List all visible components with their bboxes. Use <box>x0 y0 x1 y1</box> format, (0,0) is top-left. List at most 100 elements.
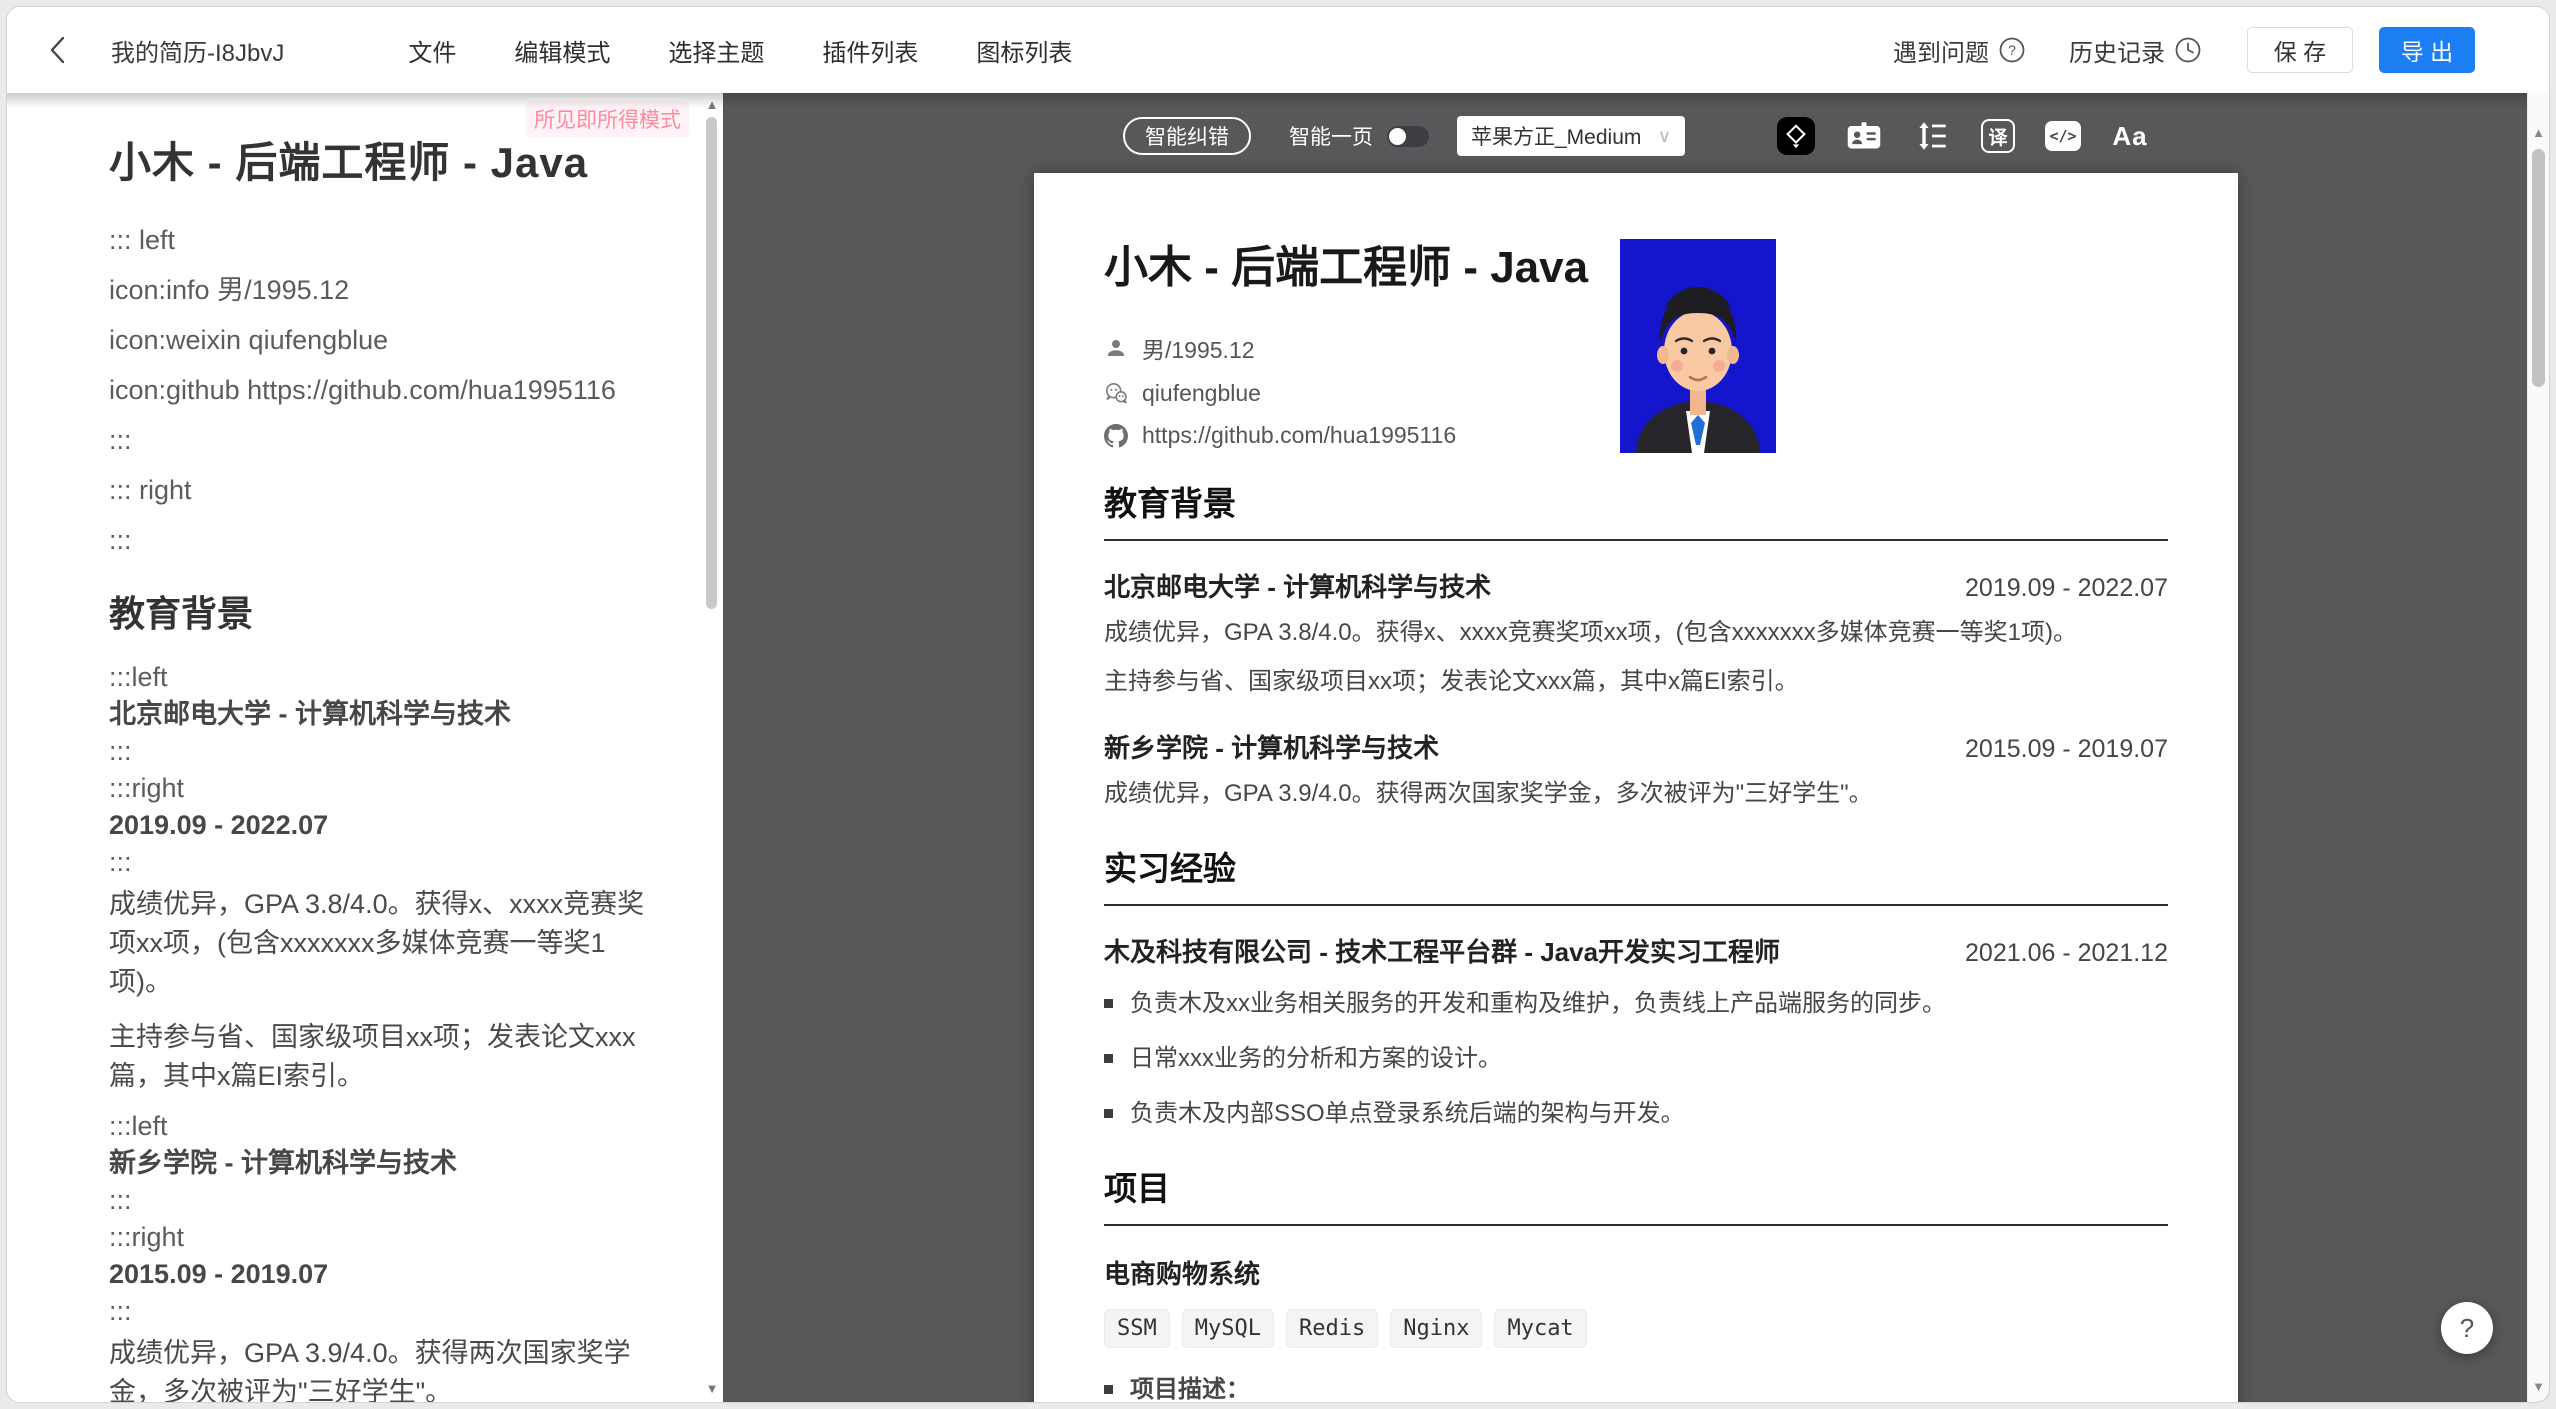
editor-line[interactable]: icon:weixin qiufengblue <box>109 326 665 355</box>
editor-line[interactable]: ::: <box>109 526 665 555</box>
date-range: 2015.09 - 2019.07 <box>1965 735 2168 764</box>
theme-diamond-icon <box>1783 123 1809 149</box>
editor-line[interactable]: :::left <box>109 1112 665 1141</box>
editor-heading2-education[interactable]: 教育背景 <box>109 585 665 637</box>
editor-paragraph[interactable]: 主持参与省、国家级项目xx项；发表论文xxx篇，其中x篇EI索引。 <box>109 1018 667 1096</box>
wysiwyg-mode-badge: 所见即所得模式 <box>526 101 689 137</box>
resume-page: 小木 - 后端工程师 - Java <box>1034 173 2238 1402</box>
editor-line[interactable]: :::right <box>109 1223 665 1252</box>
feedback-link[interactable]: 遇到问题 ? <box>1893 33 2025 68</box>
editor-heading1[interactable]: 小木 - 后端工程师 - Java <box>109 129 665 190</box>
feedback-label: 遇到问题 <box>1893 33 1989 68</box>
project-name: 电商购物系统 <box>1104 1254 2168 1291</box>
internship-row: 木及科技有限公司 - 技术工程平台群 - Java开发实习工程师 2021.06… <box>1104 932 2168 969</box>
person-icon <box>1104 336 1128 360</box>
menu-file[interactable]: 文件 <box>408 33 456 68</box>
tech-tag: Redis <box>1286 1309 1378 1348</box>
translate-button[interactable]: 译 <box>1981 119 2015 153</box>
editor-paragraph[interactable]: 成绩优异，GPA 3.9/4.0。获得两次国家奖学金，多次被评为"三好学生"。 <box>109 1334 667 1402</box>
history-link[interactable]: 历史记录 <box>2069 33 2201 68</box>
editor-line[interactable]: 2019.09 - 2022.07 <box>109 811 665 840</box>
contact-text: 男/1995.12 <box>1142 331 1255 365</box>
editor-line[interactable]: ::: <box>109 737 665 766</box>
markdown-editor-pane[interactable]: 所见即所得模式 小木 - 后端工程师 - Java ::: left icon:… <box>7 93 723 1402</box>
bullet-text: 负责木及内部SSO单点登录系统后端的架构与开发。 <box>1130 1094 1685 1134</box>
editor-paragraph[interactable]: 成绩优异，GPA 3.8/4.0。获得x、xxxx竞赛奖项xx项，(包含xxxx… <box>109 885 667 1002</box>
editor-scrollbar[interactable]: ▲ ▼ <box>703 93 721 1402</box>
document-title: 我的简历-I8JbvJ <box>111 33 284 68</box>
education-paragraph: 成绩优异，GPA 3.9/4.0。获得两次国家奖学金，多次被评为"三好学生"。 <box>1104 773 2168 814</box>
theme-color-button[interactable] <box>1777 117 1815 155</box>
menu-icons[interactable]: 图标列表 <box>976 33 1072 68</box>
line-spacing-button[interactable] <box>1913 117 1951 155</box>
editor-line[interactable]: ::: <box>109 426 665 455</box>
tech-tag: Mycat <box>1494 1309 1586 1348</box>
editor-line[interactable]: :::left <box>109 663 665 692</box>
bullet-icon <box>1104 1385 1113 1394</box>
editor-line[interactable]: 2015.09 - 2019.07 <box>109 1260 665 1289</box>
editor-line[interactable]: icon:info 男/1995.12 <box>109 276 665 305</box>
editor-line[interactable]: ::: <box>109 848 665 877</box>
section-heading-project: 项目 <box>1104 1162 2168 1226</box>
tech-tag: MySQL <box>1182 1309 1274 1348</box>
toggle-knob <box>1389 128 1406 145</box>
education-paragraph: 成绩优异，GPA 3.8/4.0。获得x、xxxx竞赛奖项xx项，(包含xxxx… <box>1104 612 2168 653</box>
bullet-item: 负责木及xx业务相关服务的开发和重构及维护，负责线上产品端服务的同步。 <box>1104 984 2168 1024</box>
contact-text: https://github.com/hua1995116 <box>1142 422 1456 449</box>
school-title: 北京邮电大学 - 计算机科学与技术 <box>1104 567 1491 604</box>
scroll-down-icon[interactable]: ▼ <box>705 1381 719 1396</box>
main-split: 所见即所得模式 小木 - 后端工程师 - Java ::: left icon:… <box>7 93 2549 1402</box>
bullet-icon <box>1104 1109 1113 1118</box>
id-card-icon <box>1846 121 1882 151</box>
window-scrollbar-thumb[interactable] <box>2532 149 2545 387</box>
back-button[interactable] <box>49 30 89 70</box>
bullet-icon <box>1104 1054 1113 1063</box>
editor-line[interactable]: ::: <box>109 1186 665 1215</box>
smart-one-page-toggle[interactable] <box>1387 126 1429 147</box>
preview-pane: 智能纠错 智能一页 苹果方正_Medium ∨ <box>723 93 2549 1402</box>
company-title: 木及科技有限公司 - 技术工程平台群 - Java开发实习工程师 <box>1104 932 1780 969</box>
bullet-item: 项目描述： <box>1104 1370 2168 1402</box>
export-button[interactable]: 导 出 <box>2379 27 2475 73</box>
font-select[interactable]: 苹果方正_Medium ∨ <box>1457 116 1685 156</box>
date-range: 2019.09 - 2022.07 <box>1965 574 2168 603</box>
tech-tag: SSM <box>1104 1309 1170 1348</box>
editor-scrollbar-thumb[interactable] <box>706 117 717 609</box>
bullet-text: 负责木及xx业务相关服务的开发和重构及维护，负责线上产品端服务的同步。 <box>1130 984 1946 1024</box>
id-card-button[interactable] <box>1845 117 1883 155</box>
tech-tag: Nginx <box>1390 1309 1482 1348</box>
help-button[interactable]: ? <box>2441 1302 2493 1354</box>
editor-line[interactable]: ::: <box>109 1297 665 1326</box>
scroll-up-icon[interactable]: ▲ <box>2528 125 2549 140</box>
school-title: 新乡学院 - 计算机科学与技术 <box>1104 728 1439 765</box>
menu-bar: 文件 编辑模式 选择主题 插件列表 图标列表 <box>408 33 1072 68</box>
editor-line[interactable]: icon:github https://github.com/hua199511… <box>109 376 665 405</box>
bullet-item: 日常xxx业务的分析和方案的设计。 <box>1104 1039 2168 1079</box>
save-button[interactable]: 保 存 <box>2247 27 2353 73</box>
editor-line[interactable]: ::: left <box>109 226 665 255</box>
editor-line[interactable]: :::right <box>109 774 665 803</box>
project-desc-label: 项目描述： <box>1130 1370 1250 1402</box>
menu-theme[interactable]: 选择主题 <box>668 33 764 68</box>
smart-correct-button[interactable]: 智能纠错 <box>1123 117 1251 155</box>
editor-line[interactable]: 新乡学院 - 计算机科学与技术 <box>109 1149 665 1178</box>
line-spacing-icon <box>1916 120 1948 152</box>
bullet-icon <box>1104 999 1113 1008</box>
scroll-up-icon[interactable]: ▲ <box>705 97 719 112</box>
menu-edit-mode[interactable]: 编辑模式 <box>514 33 610 68</box>
code-button[interactable]: </> <box>2045 121 2081 151</box>
scroll-down-icon[interactable]: ▼ <box>2528 1379 2549 1394</box>
github-icon <box>1104 424 1128 448</box>
svg-text:?: ? <box>2008 42 2016 58</box>
font-size-button[interactable]: Aa <box>2111 117 2149 155</box>
window-scrollbar[interactable]: ▲ ▼ <box>2527 93 2549 1402</box>
font-select-value: 苹果方正_Medium <box>1471 121 1641 151</box>
education-paragraph: 主持参与省、国家级项目xx项；发表论文xxx篇，其中x篇EI索引。 <box>1104 661 2168 702</box>
editor-line[interactable]: ::: right <box>109 476 665 505</box>
bullet-item: 负责木及内部SSO单点登录系统后端的架构与开发。 <box>1104 1094 2168 1134</box>
editor-line[interactable]: 北京邮电大学 - 计算机科学与技术 <box>109 700 665 729</box>
menu-plugins[interactable]: 插件列表 <box>822 33 918 68</box>
contact-text: qiufengblue <box>1142 380 1261 407</box>
wechat-icon <box>1104 382 1128 406</box>
question-circle-icon: ? <box>1999 37 2025 63</box>
